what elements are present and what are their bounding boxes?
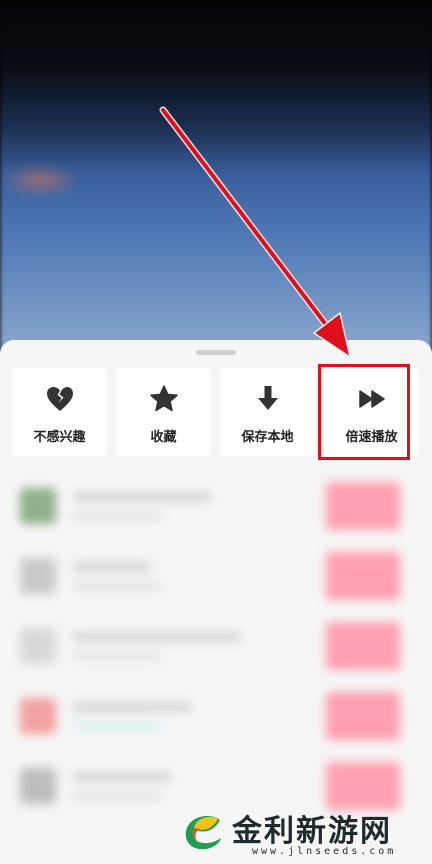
broken-heart-icon	[46, 387, 73, 411]
save-local-label: 保存本地	[241, 430, 294, 445]
not-interested-label: 不感兴趣	[33, 430, 86, 445]
list-item	[20, 482, 412, 542]
list-item	[20, 622, 412, 682]
sheet-drag-handle[interactable]	[196, 350, 236, 355]
video-background	[0, 0, 432, 360]
watermark-title: 金利新游网	[232, 814, 392, 849]
speed-playback-highlight-box	[318, 364, 410, 460]
not-interested-button[interactable]: 不感兴趣	[12, 368, 107, 456]
favorite-label: 收藏	[150, 430, 177, 445]
watermark: 金利新游网 www.jlnseeds.com	[180, 800, 432, 864]
download-arrow-icon	[257, 386, 278, 410]
list-item	[20, 552, 412, 612]
list-item	[20, 692, 412, 752]
star-icon	[149, 385, 178, 412]
watermark-url: www.jlnseeds.com	[252, 846, 397, 857]
watermark-logo	[185, 816, 221, 850]
favorite-button[interactable]: 收藏	[116, 368, 211, 456]
save-local-button[interactable]: 保存本地	[220, 368, 315, 456]
